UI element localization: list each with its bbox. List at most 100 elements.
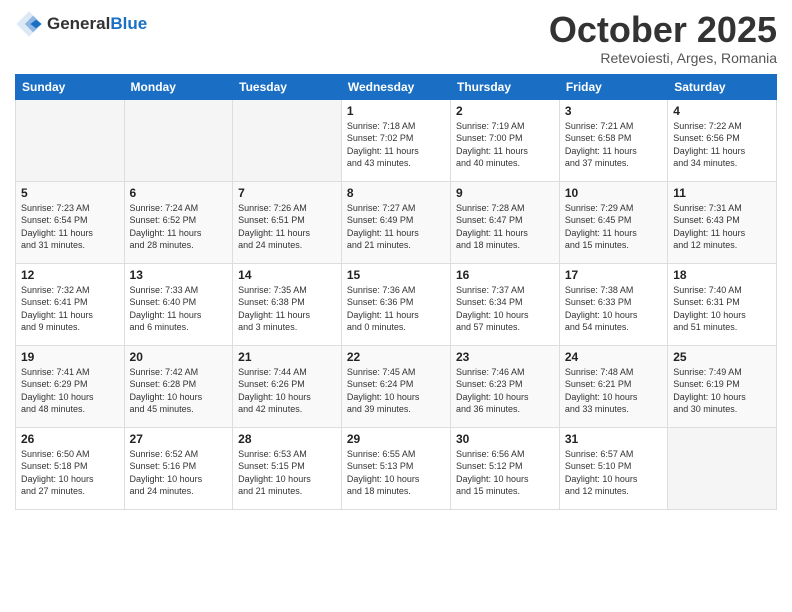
day-number: 9 [456,186,554,200]
day-info: Sunrise: 7:26 AM Sunset: 6:51 PM Dayligh… [238,202,336,252]
day-number: 27 [130,432,228,446]
day-number: 16 [456,268,554,282]
table-row: 17Sunrise: 7:38 AM Sunset: 6:33 PM Dayli… [559,263,667,345]
location-subtitle: Retevoiesti, Arges, Romania [549,50,777,66]
table-row: 21Sunrise: 7:44 AM Sunset: 6:26 PM Dayli… [233,345,342,427]
day-number: 30 [456,432,554,446]
day-info: Sunrise: 7:32 AM Sunset: 6:41 PM Dayligh… [21,284,119,334]
day-number: 28 [238,432,336,446]
table-row [124,99,233,181]
calendar-header-row: Sunday Monday Tuesday Wednesday Thursday… [16,74,777,99]
col-monday: Monday [124,74,233,99]
table-row: 28 Sunrise: 6:53 AM Sunset: 5:15 PM Dayli… [233,427,342,509]
day-info: Sunrise: 6:56 AM Sunset: 5:12 PM Dayligh… [456,448,554,498]
day-number: 4 [673,104,771,118]
day-number: 22 [347,350,445,364]
day-info: Sunrise: 6:55 AM Sunset: 5:13 PM Dayligh… [347,448,445,498]
day-number: 29 [347,432,445,446]
page-container: GeneralBlue October 2025 Retevoiesti, Ar… [0,0,792,515]
day-info: Sunrise: 7:45 AM Sunset: 6:24 PM Dayligh… [347,366,445,416]
col-tuesday: Tuesday [233,74,342,99]
page-header: GeneralBlue October 2025 Retevoiesti, Ar… [15,10,777,66]
logo: GeneralBlue [15,10,147,38]
day-info: Sunrise: 7:37 AM Sunset: 6:34 PM Dayligh… [456,284,554,334]
day-info: Sunrise: 7:36 AM Sunset: 6:36 PM Dayligh… [347,284,445,334]
day-number: 5 [21,186,119,200]
table-row: 20Sunrise: 7:42 AM Sunset: 6:28 PM Dayli… [124,345,233,427]
calendar-table: Sunday Monday Tuesday Wednesday Thursday… [15,74,777,510]
table-row: 8Sunrise: 7:27 AM Sunset: 6:49 PM Daylig… [341,181,450,263]
day-number: 18 [673,268,771,282]
day-info: Sunrise: 6:50 AM Sunset: 5:18 PM Dayligh… [21,448,119,498]
day-info: Sunrise: 7:40 AM Sunset: 6:31 PM Dayligh… [673,284,771,334]
day-number: 23 [456,350,554,364]
table-row: 26 Sunrise: 6:50 AM Sunset: 5:18 PM Dayli… [16,427,125,509]
day-number: 24 [565,350,662,364]
logo-general-text: GeneralBlue [47,14,147,34]
day-info: Sunrise: 7:28 AM Sunset: 6:47 PM Dayligh… [456,202,554,252]
day-number: 21 [238,350,336,364]
day-info: Sunrise: 7:23 AM Sunset: 6:54 PM Dayligh… [21,202,119,252]
table-row: 11 Sunrise: 7:31 AM Sunset: 6:43 PM Dayli… [668,181,777,263]
day-number: 13 [130,268,228,282]
day-info: Sunrise: 7:42 AM Sunset: 6:28 PM Dayligh… [130,366,228,416]
day-number: 6 [130,186,228,200]
day-info: Sunrise: 6:57 AM Sunset: 5:10 PM Dayligh… [565,448,662,498]
title-section: October 2025 Retevoiesti, Arges, Romania [549,10,777,66]
calendar-week-row: 12 Sunrise: 7:32 AM Sunset: 6:41 PM Dayli… [16,263,777,345]
day-info: Sunrise: 7:48 AM Sunset: 6:21 PM Dayligh… [565,366,662,416]
day-number: 8 [347,186,445,200]
col-sunday: Sunday [16,74,125,99]
table-row: 7Sunrise: 7:26 AM Sunset: 6:51 PM Daylig… [233,181,342,263]
table-row: 31 Sunrise: 6:57 AM Sunset: 5:10 PM Dayli… [559,427,667,509]
table-row: 18 Sunrise: 7:40 AM Sunset: 6:31 PM Dayli… [668,263,777,345]
table-row: 10 Sunrise: 7:29 AM Sunset: 6:45 PM Dayli… [559,181,667,263]
table-row: 4 Sunrise: 7:22 AM Sunset: 6:56 PM Daylig… [668,99,777,181]
day-info: Sunrise: 7:21 AM Sunset: 6:58 PM Dayligh… [565,120,662,170]
day-info: Sunrise: 7:19 AM Sunset: 7:00 PM Dayligh… [456,120,554,170]
table-row: 23 Sunrise: 7:46 AM Sunset: 6:23 PM Dayli… [451,345,560,427]
table-row [233,99,342,181]
col-saturday: Saturday [668,74,777,99]
day-number: 1 [347,104,445,118]
day-number: 25 [673,350,771,364]
day-info: Sunrise: 7:29 AM Sunset: 6:45 PM Dayligh… [565,202,662,252]
day-info: Sunrise: 7:49 AM Sunset: 6:19 PM Dayligh… [673,366,771,416]
day-info: Sunrise: 7:18 AM Sunset: 7:02 PM Dayligh… [347,120,445,170]
day-info: Sunrise: 7:41 AM Sunset: 6:29 PM Dayligh… [21,366,119,416]
day-info: Sunrise: 6:52 AM Sunset: 5:16 PM Dayligh… [130,448,228,498]
day-info: Sunrise: 6:53 AM Sunset: 5:15 PM Dayligh… [238,448,336,498]
day-info: Sunrise: 7:31 AM Sunset: 6:43 PM Dayligh… [673,202,771,252]
day-number: 14 [238,268,336,282]
table-row: 22 Sunrise: 7:45 AM Sunset: 6:24 PM Dayli… [341,345,450,427]
table-row: 19Sunrise: 7:41 AM Sunset: 6:29 PM Dayli… [16,345,125,427]
day-info: Sunrise: 7:46 AM Sunset: 6:23 PM Dayligh… [456,366,554,416]
calendar-week-row: 19Sunrise: 7:41 AM Sunset: 6:29 PM Dayli… [16,345,777,427]
table-row: 6Sunrise: 7:24 AM Sunset: 6:52 PM Daylig… [124,181,233,263]
col-thursday: Thursday [451,74,560,99]
table-row: 29 Sunrise: 6:55 AM Sunset: 5:13 PM Dayli… [341,427,450,509]
day-number: 3 [565,104,662,118]
day-number: 10 [565,186,662,200]
col-wednesday: Wednesday [341,74,450,99]
table-row: 27 Sunrise: 6:52 AM Sunset: 5:16 PM Dayli… [124,427,233,509]
table-row: 5 Sunrise: 7:23 AM Sunset: 6:54 PM Daylig… [16,181,125,263]
table-row: 25 Sunrise: 7:49 AM Sunset: 6:19 PM Dayli… [668,345,777,427]
table-row: 13Sunrise: 7:33 AM Sunset: 6:40 PM Dayli… [124,263,233,345]
day-number: 2 [456,104,554,118]
day-number: 12 [21,268,119,282]
table-row: 15Sunrise: 7:36 AM Sunset: 6:36 PM Dayli… [341,263,450,345]
calendar-week-row: 1 Sunrise: 7:18 AM Sunset: 7:02 PM Daylig… [16,99,777,181]
day-info: Sunrise: 7:22 AM Sunset: 6:56 PM Dayligh… [673,120,771,170]
table-row: 3 Sunrise: 7:21 AM Sunset: 6:58 PM Daylig… [559,99,667,181]
table-row: 12 Sunrise: 7:32 AM Sunset: 6:41 PM Dayli… [16,263,125,345]
day-number: 26 [21,432,119,446]
day-number: 11 [673,186,771,200]
table-row: 14 Sunrise: 7:35 AM Sunset: 6:38 PM Dayli… [233,263,342,345]
logo-icon [15,10,43,38]
table-row: 16 Sunrise: 7:37 AM Sunset: 6:34 PM Dayli… [451,263,560,345]
day-info: Sunrise: 7:35 AM Sunset: 6:38 PM Dayligh… [238,284,336,334]
table-row: 1 Sunrise: 7:18 AM Sunset: 7:02 PM Daylig… [341,99,450,181]
day-number: 31 [565,432,662,446]
table-row: 2 Sunrise: 7:19 AM Sunset: 7:00 PM Daylig… [451,99,560,181]
